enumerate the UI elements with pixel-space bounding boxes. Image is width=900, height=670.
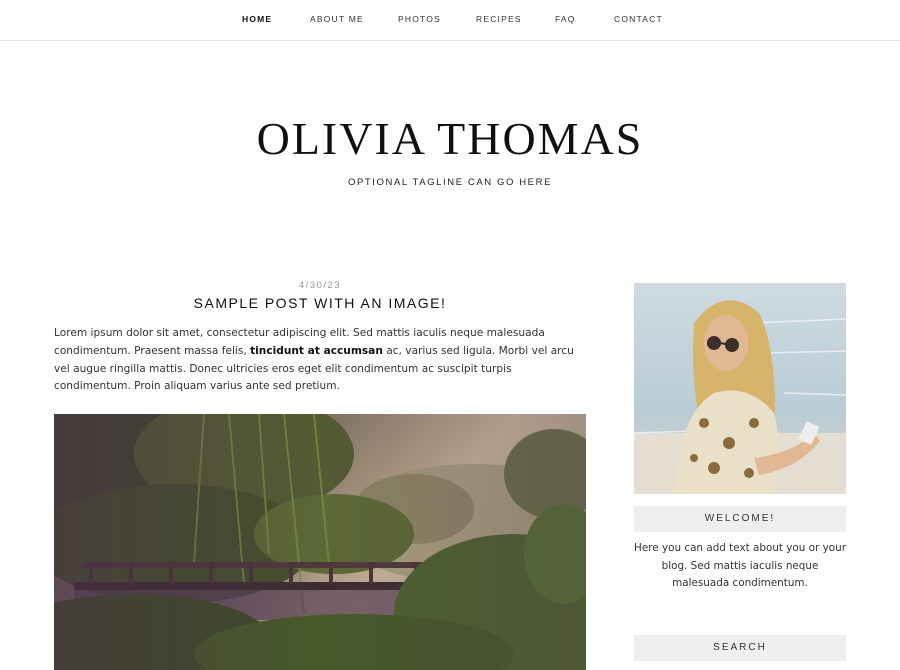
woman-on-beach-image — [634, 283, 846, 494]
post-body-bold-text: tincidunt at accumsan — [250, 344, 383, 357]
nav-item-photos[interactable]: PHOTOS — [398, 14, 441, 24]
post-body: Lorem ipsum dolor sit amet, consectetur … — [54, 325, 586, 396]
top-navigation: HOME ABOUT ME PHOTOS RECIPES FAQ CONTACT — [0, 0, 900, 41]
post-date: 4/30/23 — [298, 280, 342, 291]
search-widget-title: SEARCH — [634, 635, 846, 661]
site-tagline: OPTIONAL TAGLINE CAN GO HERE — [347, 177, 553, 188]
nav-item-contact[interactable]: CONTACT — [614, 14, 663, 24]
site-title[interactable]: OLIVIA THOMAS — [0, 112, 900, 165]
post-image[interactable] — [54, 414, 586, 670]
nav-item-recipes[interactable]: RECIPES — [476, 14, 522, 24]
welcome-widget-title: WELCOME! — [634, 506, 846, 532]
profile-photo[interactable] — [634, 283, 846, 494]
jungle-bridge-image — [54, 414, 586, 670]
welcome-text: Here you can add text about you or your … — [634, 542, 846, 589]
nav-item-faq[interactable]: FAQ — [555, 14, 576, 24]
post-title[interactable]: SAMPLE POST WITH AN IMAGE! — [54, 295, 586, 311]
nav-item-home[interactable]: HOME — [242, 14, 272, 24]
nav-item-about-me[interactable]: ABOUT ME — [310, 14, 364, 24]
